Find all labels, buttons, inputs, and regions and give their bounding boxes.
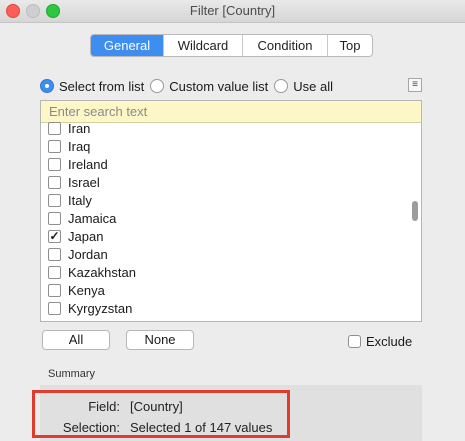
tab-condition[interactable]: Condition [242,35,327,56]
tab-wildcard[interactable]: Wildcard [163,35,242,56]
radio-label: Custom value list [169,78,269,94]
checkbox[interactable] [48,247,61,261]
radio-use-all[interactable]: Use all [274,79,333,94]
radio-button[interactable] [274,79,289,93]
checkbox-checked[interactable]: ✓ [48,229,61,243]
list-item[interactable]: Iraq [48,137,90,155]
checkbox[interactable] [48,175,61,189]
mode-radio-group: Select from list Custom value list Use a… [40,77,339,95]
summary-heading: Summary [48,368,96,380]
search-input[interactable]: Enter search text [41,101,421,123]
radio-select-from-list[interactable]: Select from list [40,79,144,94]
title-bar: Filter [Country] [0,0,465,23]
checkbox[interactable] [48,265,61,279]
checkbox[interactable] [48,121,61,135]
list-item-label: Iran [68,120,91,136]
radio-label: Use all [293,78,333,94]
scrollbar-thumb[interactable] [412,201,418,221]
checkbox[interactable] [48,157,61,171]
tab-top[interactable]: Top [327,35,372,56]
list-item-label: Jordan [68,246,108,262]
select-none-button[interactable]: None [126,330,194,350]
exclude-checkbox[interactable] [348,335,361,348]
list-item[interactable]: Jamaica [48,209,116,227]
select-all-button[interactable]: All [42,330,110,350]
checkbox[interactable] [48,211,61,225]
list-item-label: Kazakhstan [68,264,136,280]
list-options-menu-icon[interactable]: ≡ [408,78,422,92]
list-item[interactable]: Kazakhstan [48,263,136,281]
list-item[interactable]: Israel [48,173,100,191]
list-item[interactable]: Kyrgyzstan [48,299,132,317]
radio-button[interactable] [150,79,165,93]
checkbox[interactable] [48,283,61,297]
tab-bar: General Wildcard Condition Top [90,34,373,57]
list-item-label: Italy [68,192,92,208]
checkbox[interactable] [48,193,61,207]
list-item[interactable]: Ireland [48,155,108,173]
list-item-label: Iraq [68,138,91,154]
window-title: Filter [Country] [189,3,276,18]
list-item-label: Jamaica [68,210,117,226]
list-item[interactable]: ✓ Japan [48,227,103,245]
exclude-checkbox-row[interactable]: Exclude [348,334,412,349]
value-list: Enter search text Iran Iraq Ireland Isra… [40,100,422,322]
list-item[interactable]: Jordan [48,245,108,263]
list-item-label: Ireland [68,156,108,172]
list-item[interactable]: Iran [48,119,90,137]
exclude-label: Exclude [366,334,413,349]
list-item-label: Kyrgyzstan [68,300,133,316]
checkbox[interactable] [48,139,61,153]
radio-custom-value-list[interactable]: Custom value list [150,79,268,94]
radio-button-selected[interactable] [40,79,54,93]
tab-general[interactable]: General [91,35,163,56]
highlight-annotation-box [32,390,290,438]
list-item[interactable]: Kenya [48,281,105,299]
list-item-label: Japan [68,228,104,244]
checkbox[interactable] [48,301,61,315]
list-item-label: Israel [68,174,100,190]
list-item[interactable]: Italy [48,191,92,209]
list-scrollbar[interactable] [410,123,420,321]
list-item-label: Kenya [68,282,105,298]
radio-label: Select from list [59,78,145,94]
